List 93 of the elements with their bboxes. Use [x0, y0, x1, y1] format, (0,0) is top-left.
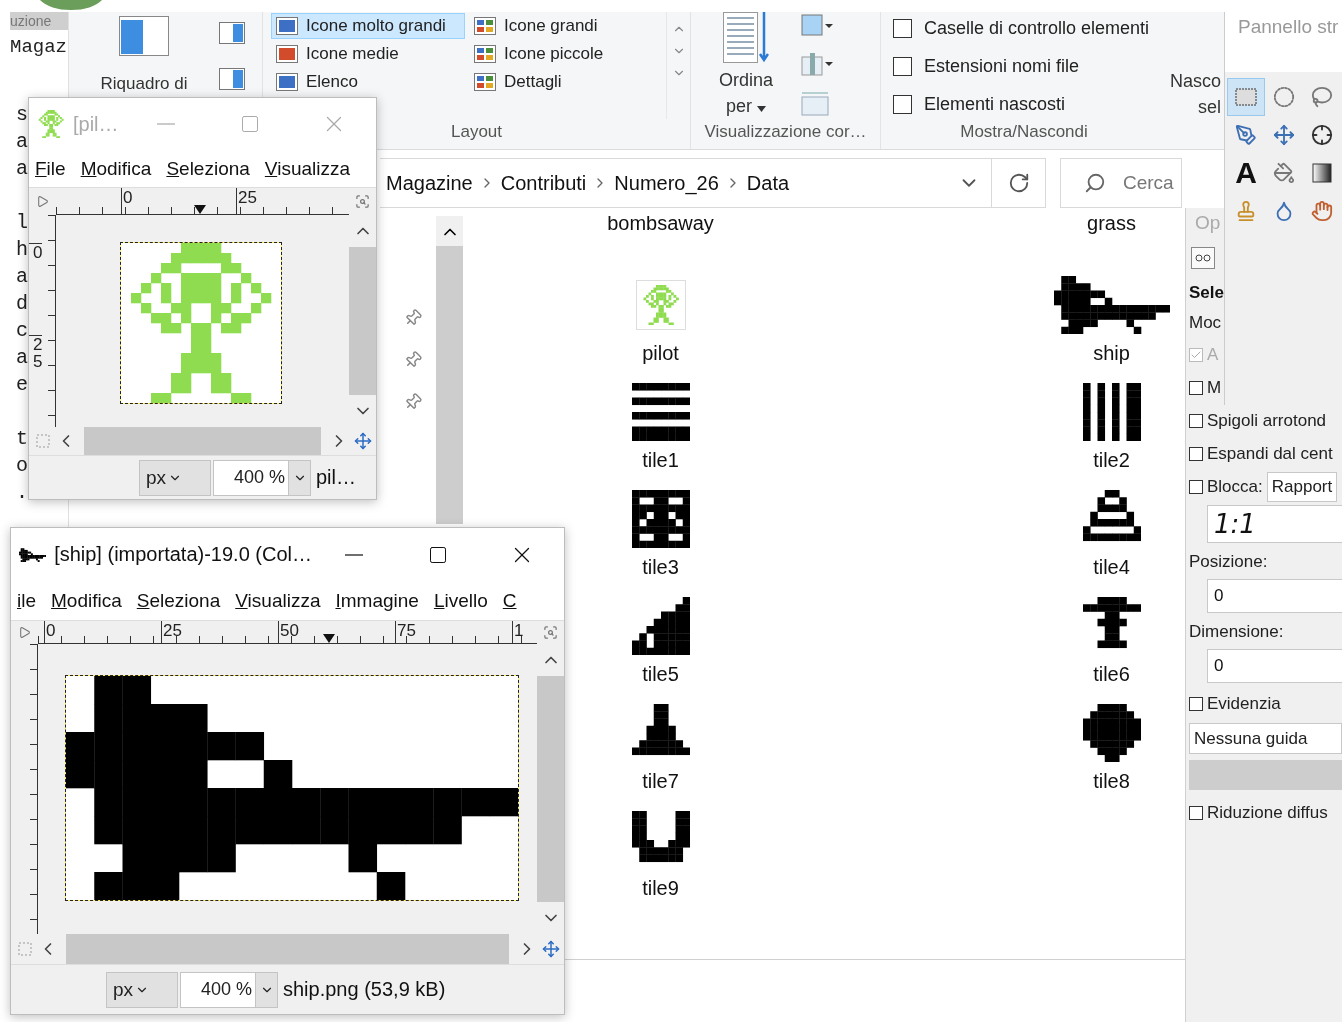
editor-line: o — [15, 453, 28, 479]
menu-item[interactable]: Seleziona — [136, 589, 221, 612]
editor-line: a — [15, 129, 28, 155]
menu-item[interactable]: Modifica — [51, 589, 122, 612]
file-name[interactable]: tile6 — [1093, 663, 1130, 686]
file-name[interactable]: tile8 — [1093, 770, 1130, 793]
file-name[interactable]: tile9 — [642, 877, 679, 900]
option-checkbox[interactable]: Evidenzia — [1189, 687, 1281, 720]
file-name: grass — [1086, 216, 1137, 236]
sort-button[interactable]: Ordina per — [691, 12, 801, 119]
ruler-label: 25 — [236, 188, 258, 214]
ruler-label: 25 — [161, 621, 278, 643]
ratio-select[interactable]: Rapport — [1266, 471, 1338, 502]
layout-option[interactable]: Icone grandi — [469, 13, 663, 39]
editor-line: a — [15, 264, 28, 290]
layout-option[interactable]: Elenco — [271, 69, 465, 95]
editor-line: s — [15, 102, 28, 128]
menu-item[interactable]: File — [35, 157, 66, 180]
editor-line: a — [15, 345, 28, 371]
menu-item[interactable]: Visualizza — [235, 589, 321, 612]
editor-line: t — [15, 426, 28, 452]
option-checkbox: A — [1189, 338, 1219, 371]
ruler-label: 25 — [29, 335, 43, 427]
option-label: Moc — [1189, 312, 1223, 334]
ruler-label: 0 — [29, 243, 43, 335]
ruler-label: 1 — [512, 621, 525, 643]
search-field[interactable]: Cerca — [1060, 158, 1182, 208]
menu-item[interactable]: Visualizza — [264, 157, 351, 180]
status-text: ship.png (53,9 kB) — [283, 978, 446, 1001]
option-checkbox[interactable]: Espandi dal cent — [1189, 437, 1333, 470]
section-heading: Sele — [1189, 282, 1225, 304]
ratio-field[interactable]: 1:1 — [1207, 505, 1342, 543]
option-checkbox[interactable]: M — [1189, 371, 1222, 404]
breadcrumb[interactable]: Numero_26 — [608, 171, 725, 195]
panel-title: Pannello str — [1225, 12, 1342, 72]
editor-line: h — [15, 237, 28, 263]
breadcrumb[interactable]: Magazine — [380, 171, 479, 195]
ruler-label: 75 — [395, 621, 512, 643]
guide-select[interactable]: Nessuna guida — [1189, 723, 1342, 754]
editor-line: c — [15, 318, 28, 344]
layout-option[interactable]: Icone medie — [271, 41, 465, 67]
group-label: Layout — [450, 121, 502, 143]
editor-line: l — [15, 210, 28, 236]
hide-selected-button[interactable]: Nasco sel — [1162, 12, 1221, 119]
option-checkbox[interactable]: Estensioni nomi file — [893, 54, 1163, 78]
number-field[interactable]: 0 — [1207, 579, 1342, 613]
menu-item[interactable]: Immagine — [335, 589, 419, 612]
zoom-field[interactable]: 400 % — [180, 971, 278, 1008]
menu-item[interactable]: ile — [17, 589, 37, 612]
option-checkbox[interactable]: Elementi nascosti — [893, 92, 1163, 116]
file-name[interactable]: ship — [1093, 342, 1130, 365]
file-name[interactable]: pilot — [642, 342, 679, 365]
editor-line: e — [15, 372, 28, 398]
file-name[interactable]: tile5 — [642, 663, 679, 686]
editor-line: d — [15, 291, 28, 317]
group-label: Visualizzazione cor… — [704, 121, 867, 143]
file-name[interactable]: tile3 — [642, 556, 679, 579]
option-checkbox[interactable]: Riduzione diffus — [1189, 796, 1328, 829]
address-bar[interactable]: Magazine Contributi Numero_26 Data — [380, 158, 1046, 208]
status-text: pil… — [316, 466, 356, 489]
number-field[interactable]: 0 — [1207, 649, 1342, 683]
layout-option[interactable]: Icone piccole — [469, 41, 663, 67]
text-tool-icon[interactable]: A — [1235, 158, 1257, 188]
file-name[interactable]: tile1 — [642, 449, 679, 472]
group-label: Mostra/Nascondi — [960, 121, 1088, 143]
menu-item[interactable]: Seleziona — [166, 157, 250, 180]
editor-line: Magaz — [10, 35, 68, 60]
breadcrumb[interactable]: Data — [740, 171, 796, 195]
unit-select[interactable]: px — [106, 971, 178, 1008]
option-label: Blocca: — [1207, 475, 1263, 498]
breadcrumb[interactable]: Contributi — [494, 171, 593, 195]
option-label: Dimensione: — [1189, 621, 1285, 643]
window-title: [ship] (importata)-19.0 (Col… — [54, 543, 312, 566]
editor-line: . — [15, 480, 28, 506]
file-name[interactable]: tile4 — [1093, 556, 1130, 579]
file-name: bombsaway — [606, 216, 715, 236]
tool-button[interactable]: A — [1227, 154, 1265, 192]
option-label: Posizione: — [1189, 551, 1269, 573]
option-checkbox[interactable]: Caselle di controllo elementi — [893, 16, 1163, 40]
menu-item[interactable]: Livello — [433, 589, 488, 612]
zoom-field[interactable]: 400 % — [213, 459, 311, 496]
menu-item[interactable]: C — [502, 589, 517, 612]
ruler-label: 0 — [44, 621, 161, 643]
pane-label[interactable]: Riquadro di — [100, 74, 188, 94]
option-checkbox[interactable]: Spigoli arrotond — [1189, 404, 1327, 437]
layout-option[interactable]: Icone molto grandi — [271, 13, 465, 39]
layout-option[interactable]: Dettagli — [469, 69, 663, 95]
window-title: [pil… — [73, 112, 119, 136]
menu-item[interactable]: Modifica — [80, 157, 152, 180]
editor-line: a — [15, 156, 28, 182]
unit-select[interactable]: px — [139, 459, 211, 496]
file-name[interactable]: tile2 — [1093, 449, 1130, 472]
file-name[interactable]: tile7 — [642, 770, 679, 793]
